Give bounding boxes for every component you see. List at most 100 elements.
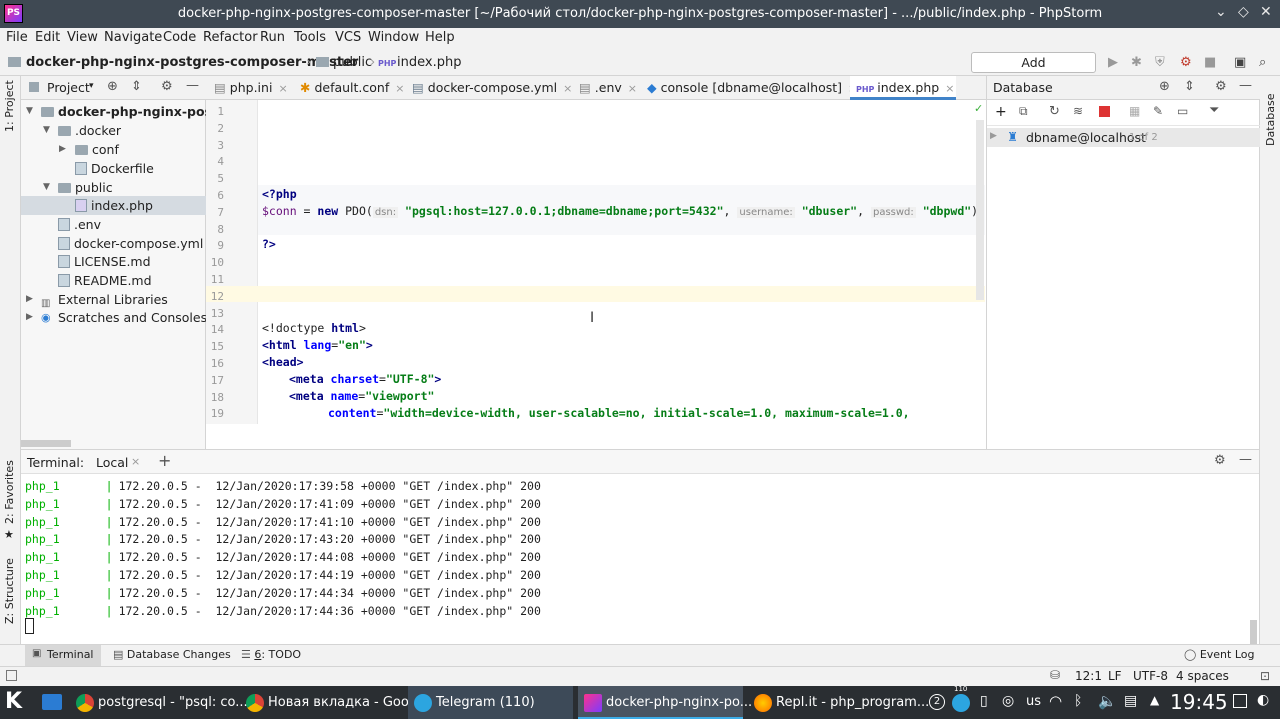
menu-run[interactable]: Run — [260, 30, 285, 45]
debug-icon[interactable]: ✱ — [1131, 55, 1142, 70]
close-icon[interactable]: × — [945, 82, 954, 95]
vertical-scrollbar[interactable] — [976, 120, 984, 300]
run-icon[interactable]: ▶ — [1108, 55, 1118, 70]
show-desktop-icon[interactable] — [1233, 694, 1247, 708]
database-tool-button[interactable]: Database — [1264, 94, 1277, 147]
add-configuration-button[interactable]: Add Configuration... — [971, 52, 1096, 89]
file-manager-icon[interactable] — [42, 694, 62, 710]
collapse-icon[interactable]: ⇕ — [131, 79, 142, 94]
refresh-icon[interactable]: ↻ — [1049, 104, 1060, 119]
volume-icon[interactable]: 🔈 — [1098, 692, 1117, 710]
menu-tools[interactable]: Tools — [294, 30, 326, 45]
horizontal-scrollbar[interactable] — [21, 440, 71, 447]
kde-menu-icon[interactable]: K — [5, 689, 22, 714]
minimize-icon[interactable]: — — [1239, 78, 1252, 93]
tree-item-root[interactable]: docker-php-nginx-postg — [41, 102, 227, 121]
menu-navigate[interactable]: Navigate — [104, 30, 162, 45]
structure-tool-button[interactable]: Z: Structure — [3, 558, 16, 624]
menu-vcs[interactable]: VCS — [335, 30, 361, 45]
collapse-arrow-icon[interactable]: ▶ — [990, 131, 997, 141]
menu-view[interactable]: View — [67, 30, 98, 45]
db-tree-item[interactable]: ▶ ♜ dbname@localhost 1 of 2 — [987, 128, 1260, 147]
gear-icon[interactable]: ⚙ — [1214, 453, 1226, 468]
wifi-icon[interactable]: ◠ — [1049, 692, 1062, 710]
close-icon[interactable]: × — [395, 82, 404, 95]
edit-icon[interactable]: ✎ — [1153, 104, 1163, 118]
tab-env[interactable]: ▤ .env × — [579, 76, 637, 100]
vpn-icon[interactable]: ◎ — [1002, 693, 1014, 709]
task-phpstorm[interactable]: docker-php-nginx-po... — [578, 686, 752, 719]
tree-item-external-libraries[interactable]: ▥ External Libraries — [41, 290, 168, 309]
chevron-down-icon[interactable]: ⌄ — [1215, 4, 1227, 20]
desktop-icon[interactable]: ◐ — [1257, 692, 1269, 708]
telegram-tray-icon[interactable] — [952, 694, 970, 712]
menu-file[interactable]: File — [6, 30, 28, 45]
gear-icon[interactable]: ⚙ — [1215, 79, 1227, 94]
cursor-position[interactable]: 12:1 — [1075, 669, 1102, 683]
expand-arrow-icon[interactable]: ▼ — [43, 182, 50, 192]
tree-item-docker-compose[interactable]: docker-compose.yml — [58, 234, 203, 253]
gear-icon[interactable]: ⚙ — [161, 79, 173, 94]
menu-edit[interactable]: Edit — [35, 30, 60, 45]
attach-debugger-icon[interactable]: ⚙ — [1180, 55, 1192, 70]
console-icon[interactable]: ▭ — [1177, 104, 1188, 118]
menu-window[interactable]: Window — [368, 30, 419, 45]
minimize-icon[interactable]: — — [1239, 452, 1252, 467]
expand-arrow-icon[interactable]: ▼ — [43, 125, 50, 135]
chevron-down-icon[interactable]: ▾ — [89, 81, 94, 91]
vertical-scrollbar[interactable] — [1250, 620, 1257, 644]
tree-item-license[interactable]: LICENSE.md — [58, 252, 151, 271]
task-replit[interactable]: Repl.it - php_program... — [748, 686, 929, 719]
tree-item-readme[interactable]: README.md — [58, 271, 152, 290]
task-new-tab[interactable]: Новая вкладка - Goo... — [240, 686, 421, 719]
database-changes-tool-button[interactable]: ▤ Database Changes — [113, 648, 231, 661]
collapse-arrow-icon[interactable]: ▶ — [59, 144, 66, 154]
tree-item-env[interactable]: .env — [58, 215, 101, 234]
table-icon[interactable]: ▦ — [1129, 104, 1140, 118]
search-icon[interactable]: ⌕ — [1259, 55, 1266, 70]
terminal-tool-button[interactable]: ▣ Terminal — [25, 645, 101, 666]
locate-icon[interactable]: ⊕ — [1159, 79, 1170, 94]
device-icon[interactable]: ▯ — [980, 693, 988, 709]
keyboard-layout[interactable]: us — [1026, 694, 1041, 709]
line-separator[interactable]: LF — [1108, 669, 1122, 683]
layout-icon[interactable] — [6, 670, 17, 681]
tab-index-php[interactable]: PHP index.php × — [850, 76, 956, 100]
tree-item-scratches[interactable]: ◉ Scratches and Consoles — [41, 308, 207, 327]
close-icon[interactable]: × — [131, 455, 140, 468]
close-icon[interactable]: ✕ — [1260, 4, 1272, 20]
tab-console[interactable]: ◆ console [dbname@localhost]× — [647, 76, 857, 100]
todo-tool-button[interactable]: ☰ 6: TODO — [241, 648, 301, 661]
expand-arrow-icon[interactable]: ▼ — [26, 106, 33, 116]
favorites-tool-button[interactable]: 2: Favorites — [3, 460, 16, 524]
lock-icon[interactable]: ⊡ — [1260, 669, 1270, 683]
collapse-arrow-icon[interactable]: ▶ — [26, 294, 33, 304]
task-telegram[interactable]: Telegram (110) — [408, 686, 573, 719]
menu-help[interactable]: Help — [425, 30, 455, 45]
tree-item-docker[interactable]: .docker — [58, 121, 121, 140]
schema-icon[interactable]: ≋ — [1073, 104, 1083, 118]
add-icon[interactable]: + — [158, 451, 171, 470]
close-icon[interactable]: × — [278, 82, 287, 95]
project-tool-button[interactable]: 1: Project — [3, 80, 16, 132]
terminal-tab-local[interactable]: Local — [96, 455, 128, 470]
clipboard-icon[interactable]: ▤ — [1124, 693, 1137, 709]
locate-icon[interactable]: ⊕ — [107, 79, 118, 94]
project-view-selector[interactable]: Project — [47, 80, 90, 95]
task-postgresql[interactable]: postgresql - "psql: co... — [70, 686, 248, 719]
breadcrumb-file[interactable]: index.php — [397, 55, 461, 70]
menu-code[interactable]: Code — [163, 30, 196, 45]
tab-php-ini[interactable]: ▤ php.ini × — [214, 76, 288, 100]
bluetooth-icon[interactable]: ᛒ — [1074, 693, 1082, 709]
minimize-icon[interactable]: — — [186, 78, 199, 93]
coverage-icon[interactable]: ⛨ — [1155, 55, 1165, 70]
tree-item-public[interactable]: public — [58, 178, 113, 197]
close-icon[interactable]: × — [628, 82, 637, 95]
tree-item-dockerfile[interactable]: Dockerfile — [75, 159, 154, 178]
indent-setting[interactable]: 4 spaces — [1176, 669, 1229, 683]
event-log-button[interactable]: ◯ Event Log — [1184, 648, 1254, 661]
tree-item-conf[interactable]: conf — [75, 140, 119, 159]
notification-badge[interactable]: 2 — [929, 694, 945, 710]
copy-icon[interactable]: ⧉ — [1019, 104, 1028, 119]
diamond-icon[interactable]: ◇ — [1238, 4, 1249, 20]
